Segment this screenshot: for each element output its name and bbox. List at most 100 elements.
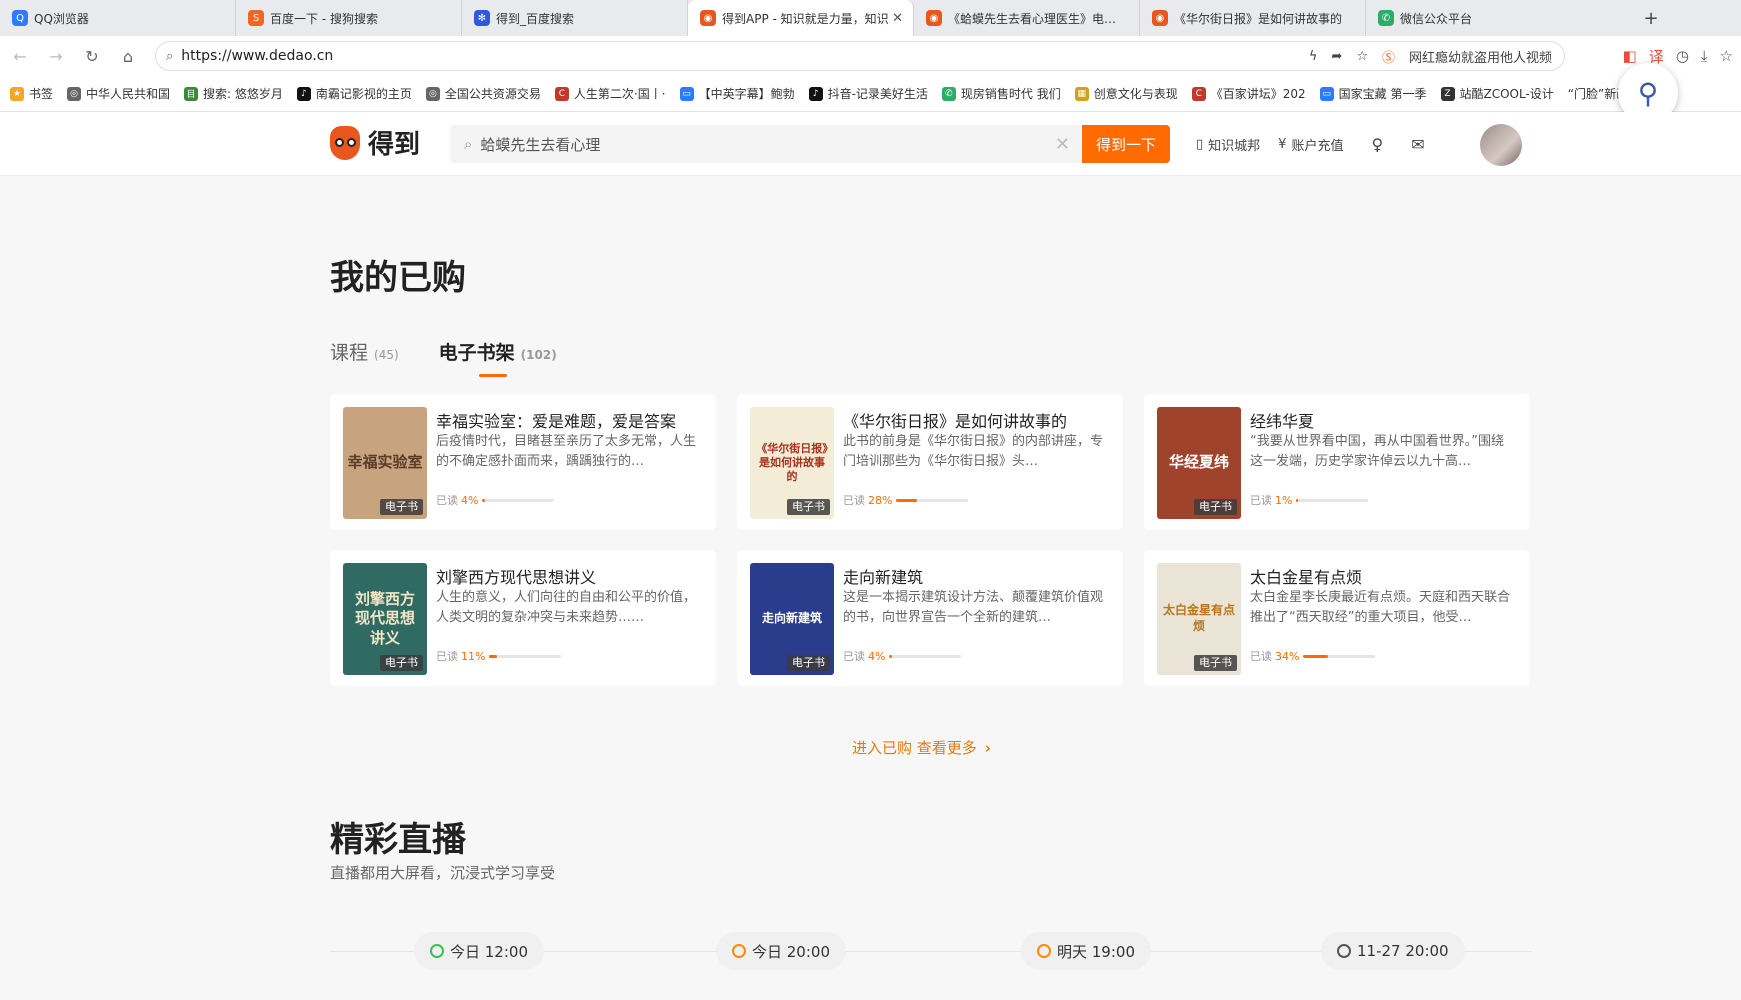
reading-progress: 已读 11%: [436, 648, 562, 664]
close-tab-icon[interactable]: ✕: [892, 11, 903, 26]
bookmark-item[interactable]: ◎ 全国公共资源交易: [425, 85, 541, 102]
book-cover: 幸福实验室 电子书: [343, 407, 427, 519]
live-time-pill[interactable]: 11-27 20:00: [1321, 932, 1465, 970]
bookmark-item[interactable]: 目搜索: 悠悠岁月: [184, 85, 283, 102]
book-description: 此书的前身是《华尔街日报》的内部讲座，专门培训那些为《华尔街日报》头…: [843, 434, 1104, 469]
progress-bar: [482, 498, 555, 502]
clock-icon: [1037, 944, 1051, 958]
owl-logo-icon: [330, 125, 360, 160]
bookmark-item[interactable]: C 人生第二次·国丨·: [554, 85, 666, 102]
light-bulb-icon[interactable]: ♀: [1371, 135, 1383, 154]
bilibili-icon: ▭: [1319, 86, 1334, 101]
search-site-icon: 目: [184, 86, 199, 101]
book-title: 经纬华夏: [1250, 412, 1315, 431]
bookmark-item[interactable]: ◎ 中华人民共和国: [67, 85, 170, 102]
browser-tab-sogou[interactable]: S 百度一下 - 搜狗搜索: [236, 0, 462, 36]
new-tab-button[interactable]: +: [1631, 0, 1671, 36]
forward-arrow-icon[interactable]: →: [38, 38, 74, 74]
ebook-card[interactable]: 走向新建筑 电子书 走向新建筑 这是一本揭示建筑设计方法、颠覆建筑价值观的书，向世…: [737, 550, 1123, 686]
site-header: 得到 ⌕ 蛤蟆先生去看心理 ✕ 得到一下 ▯ 知识城邦 ¥ 账户充值 ♀ ✉: [0, 112, 1741, 176]
mail-icon[interactable]: ✉: [1411, 135, 1424, 154]
book-description: 后疫情时代，目睹甚至亲历了太多无常，人生的不确定感扑面而来，踽踽独行的…: [436, 434, 697, 469]
browser-toolbar: ← → ↻ ⌂ ⌕ https://www.dedao.cn ϟ ➦ ☆ Ⓢ 网…: [0, 36, 1741, 76]
globe-icon: ◎: [67, 86, 82, 101]
bookmarks-bar: ★ 书签 ◎ 中华人民共和国 目搜索: 悠悠岁月 ♪ 南霸记影视的主页 ◎ 全国公共资源…: [0, 76, 1741, 112]
browser-tab-dedao-active[interactable]: ◉ 得到APP - 知识就是力量，知识 ✕: [688, 0, 914, 36]
progress-bar: [489, 654, 562, 658]
bookmark-item[interactable]: ★ 书签: [10, 85, 53, 102]
cctv-icon: C: [1191, 86, 1206, 101]
bilibili-icon: ▭: [679, 86, 694, 101]
dedao-owl-icon: ◉: [1152, 10, 1168, 26]
search-button[interactable]: 得到一下: [1082, 125, 1170, 163]
download-icon[interactable]: ⤓: [1701, 47, 1708, 65]
ebook-card[interactable]: 幸福实验室 电子书 幸福实验室：爱是难题，爱是答案 后疫情时代，目睹甚至亲历了太多…: [330, 394, 716, 530]
search-icon: ⌕: [464, 135, 473, 153]
book-title: 太白金星有点烦: [1250, 568, 1363, 587]
tab-ebook-shelf[interactable]: 电子书架 (102): [439, 338, 557, 377]
ebook-card[interactable]: 《华尔街日报》是如何讲故事的 电子书 《华尔街日报》是如何讲故事的 此书的前身是《…: [737, 394, 1123, 530]
ebook-card[interactable]: 刘擎西方现代思想讲义 电子书 刘擎西方现代思想讲义 人生的意义，人们向往的自由和公…: [330, 550, 716, 686]
ebook-card[interactable]: 华经夏纬 电子书 经纬华夏 “我要从世界看中国，再从中国看世界。”围绕这一发端，历…: [1144, 394, 1530, 530]
tab-courses[interactable]: 课程 (45): [330, 338, 399, 365]
book-title: 《华尔街日报》是如何讲故事的: [843, 412, 1068, 431]
ebook-card[interactable]: 太白金星有点烦 电子书 太白金星有点烦 太白金星李长庚最近有点烦。天庭和西天联合推…: [1144, 550, 1530, 686]
browser-tab-toad-book[interactable]: ◉ 《蛤蟆先生去看心理医生》电子书: [914, 0, 1140, 36]
back-arrow-icon[interactable]: ←: [2, 38, 38, 74]
book-cover: 刘擎西方现代思想讲义 电子书: [343, 563, 427, 675]
bookmark-item[interactable]: ♪ 抖音-记录美好生活: [808, 85, 928, 102]
sogou-search-icon[interactable]: Ⓢ: [1382, 47, 1395, 66]
ebook-grid: 幸福实验室 电子书 幸福实验室：爱是难题，爱是答案 后疫情时代，目睹甚至亲历了太多…: [330, 394, 1532, 686]
address-bar[interactable]: ⌕ https://www.dedao.cn ϟ ➦ ☆ Ⓢ 网红瘾幼就盗用他人…: [155, 41, 1565, 71]
bookmark-item[interactable]: ✆ 现房销售时代 我们: [941, 85, 1061, 102]
pdf-extension-icon[interactable]: ◧: [1623, 47, 1637, 65]
browser-tab-qq[interactable]: Q QQ浏览器: [0, 0, 236, 36]
reading-progress: 已读 4%: [436, 492, 555, 508]
recharge-link[interactable]: ¥ 账户充值: [1278, 135, 1343, 154]
address-hint-text[interactable]: 网红瘾幼就盗用他人视频: [1409, 47, 1552, 66]
knowledge-city-link[interactable]: ▯ 知识城邦: [1196, 135, 1260, 154]
live-time-pill[interactable]: 今日 20:00: [716, 932, 846, 970]
live-title: 精彩直播: [330, 820, 466, 860]
site-search-input[interactable]: ⌕ 蛤蟆先生去看心理 ✕: [450, 125, 1082, 163]
bookmark-item[interactable]: ♪ 南霸记影视的主页: [296, 85, 412, 102]
progress-bar: [1296, 498, 1369, 502]
browser-tab-baidu[interactable]: ✻ 得到_百度搜索: [462, 0, 688, 36]
browser-tab-wechat[interactable]: ✆ 微信公众平台: [1366, 0, 1582, 36]
clock-icon: [430, 944, 444, 958]
live-time-pill[interactable]: 今日 12:00: [414, 932, 544, 970]
url-text[interactable]: https://www.dedao.cn: [181, 48, 333, 64]
bookmark-item[interactable]: Z 站酷ZCOOL-设计: [1440, 85, 1554, 102]
cctv-icon: C: [554, 86, 569, 101]
bookmark-item[interactable]: ▭ 【中英字幕】鲍勃: [679, 85, 795, 102]
user-avatar[interactable]: [1480, 124, 1522, 166]
wechat-icon: ✆: [941, 86, 956, 101]
purchased-title: 我的已购: [330, 258, 466, 298]
star-icon[interactable]: ☆: [1356, 49, 1368, 64]
globe-icon: ◎: [425, 86, 440, 101]
history-icon[interactable]: ◷: [1676, 47, 1689, 65]
live-time-pill[interactable]: 明天 19:00: [1021, 932, 1151, 970]
favorites-icon[interactable]: ☆: [1720, 47, 1733, 65]
book-cover: 太白金星有点烦 电子书: [1157, 563, 1241, 675]
reading-progress: 已读 1%: [1250, 492, 1369, 508]
lightning-icon[interactable]: ϟ: [1309, 49, 1318, 64]
grid-icon: ▦: [1074, 86, 1089, 101]
dedao-logo[interactable]: 得到: [330, 124, 420, 161]
clear-search-icon[interactable]: ✕: [1055, 134, 1070, 155]
home-icon[interactable]: ⌂: [110, 38, 146, 74]
view-more-link[interactable]: 进入已购 查看更多 ›: [852, 737, 991, 758]
reload-icon[interactable]: ↻: [74, 38, 110, 74]
sogou-icon: S: [248, 10, 264, 26]
yuan-coin-icon: ¥: [1278, 136, 1287, 152]
bookmark-item[interactable]: ▭ 国家宝藏 第一季: [1319, 85, 1427, 102]
book-description: 这是一本揭示建筑设计方法、颠覆建筑价值观的书，向世界宣告一个全新的建筑…: [843, 590, 1104, 625]
share-icon[interactable]: ➦: [1331, 49, 1342, 64]
browser-tab-bar: Q QQ浏览器 S 百度一下 - 搜狗搜索 ✻ 得到_百度搜索 ◉ 得到APP - 知识…: [0, 0, 1741, 36]
bookmark-item[interactable]: C 《百家讲坛》202: [1191, 85, 1306, 102]
reading-progress: 已读 28%: [843, 492, 969, 508]
reading-progress: 已读 34%: [1250, 648, 1376, 664]
progress-bar: [1303, 654, 1376, 658]
browser-tab-wsj-book[interactable]: ◉ 《华尔街日报》是如何讲故事的: [1140, 0, 1366, 36]
bookmark-item[interactable]: ▦ 创意文化与表现: [1074, 85, 1178, 102]
